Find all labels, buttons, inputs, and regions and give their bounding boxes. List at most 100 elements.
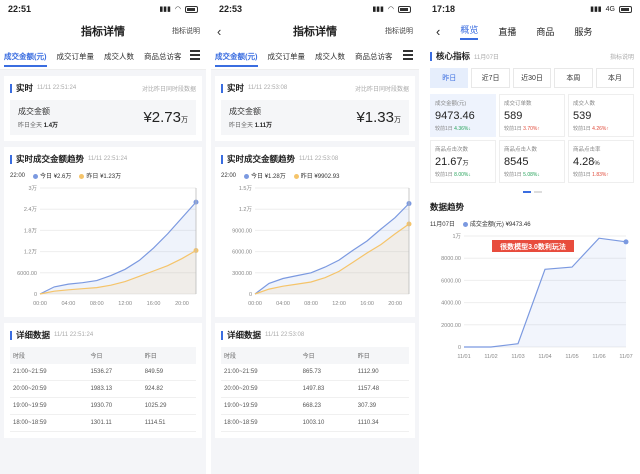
menu-icon[interactable]: [403, 50, 413, 60]
status-bar: 22:51 ▮▮▮ ◠: [0, 0, 206, 18]
tab-live[interactable]: 直播: [498, 25, 516, 38]
y-tick-label: 3000.00: [232, 271, 252, 277]
tab-orders[interactable]: 成交订单量: [268, 51, 306, 62]
table-row: 21:00~21:59 1536.27 849.59: [10, 364, 196, 381]
status-time: 22:53: [219, 4, 243, 14]
metric-card[interactable]: 成交人数 539 较前1日 4.26%↑: [568, 94, 634, 137]
tab-buyers[interactable]: 成交人数: [315, 51, 345, 62]
timestamp: 11/11 22:51:24: [54, 332, 94, 338]
network-label: 4G: [605, 5, 615, 13]
signal-icon: ▮▮▮: [372, 6, 384, 13]
metric-card[interactable]: 成交订单数 589 较前1日 3.70%↑: [499, 94, 565, 137]
metric-card[interactable]: 商品点击率 4.28% 较前1日 1.83%↑: [568, 140, 634, 183]
section-title: 核心指标: [436, 51, 471, 61]
period-week[interactable]: 本周: [554, 68, 593, 88]
col-header: 昨日: [354, 347, 409, 364]
y-tick-label: 1.2万: [239, 206, 253, 213]
compare-note: 对比昨日同时段数据: [141, 86, 196, 93]
metric-value: ¥1.33: [356, 109, 394, 126]
series-area: [464, 238, 626, 347]
tab-products[interactable]: 商品: [536, 25, 554, 38]
table-row: 19:00~19:59 668.23 307.39: [221, 397, 409, 415]
chart-legend: 22:00 今日 ¥2.6万 昨日 ¥1.23万: [10, 171, 196, 181]
y-tick-label: 4000.00: [441, 301, 461, 307]
timestamp: 11/11 22:51:24: [88, 156, 128, 162]
legend-yesterday-value: ¥9902.93: [314, 174, 340, 180]
gmv-summary: 成交金额 昨日全天 1.4万 ¥2.73万: [10, 100, 196, 135]
section-title: 实时成交金额趋势: [227, 154, 296, 164]
watermark-text: 很数模型3.0数利玩法: [499, 242, 566, 251]
x-tick-label: 00:00: [248, 301, 262, 307]
table-row: 20:00~20:59 1983.13 924.82: [10, 380, 196, 398]
signal-icon: ▮▮▮: [159, 6, 171, 13]
chart-legend: 11月07日 成交金额(元) ¥9473.46: [430, 219, 634, 228]
back-icon[interactable]: ‹: [217, 24, 221, 39]
x-tick-label: 08:00: [304, 301, 318, 307]
detail-card: 详细数据 11/11 22:51:24 时段 今日 昨日 21:00~21:59 15…: [4, 323, 202, 438]
detail-table: 时段 今日 昨日 21:00~21:59 1536.27 849.59 20:00~20…: [10, 347, 196, 432]
tab-buyers[interactable]: 成交人数: [104, 51, 134, 62]
x-tick-label: 11/06: [592, 354, 605, 360]
section-title: 数据趋势: [430, 202, 465, 212]
metric-help-link[interactable]: 指标说明: [172, 26, 200, 36]
tab-visitors[interactable]: 商品总访客: [355, 51, 393, 62]
status-icons: ▮▮▮ ◠: [372, 5, 411, 13]
realtime-card: 实时 11/11 22:53:08 对比昨日同时段数据 成交金额 昨日全天 1.…: [215, 76, 415, 141]
x-tick-label: 16:00: [360, 301, 374, 307]
period-30days[interactable]: 近30日: [512, 68, 552, 88]
period-7days[interactable]: 近7日: [471, 68, 510, 88]
period-yesterday[interactable]: 昨日: [430, 68, 469, 88]
metric-unit: 万: [394, 117, 401, 124]
section-title: 详细数据: [227, 330, 262, 340]
battery-icon: [185, 5, 198, 13]
metric-help-link[interactable]: 指标说明: [385, 26, 413, 36]
metric-value: ¥2.73: [143, 109, 181, 126]
legend-time: 22:00: [10, 172, 26, 179]
trend-card: 实时成交金额趋势 11/11 22:53:08 22:00 今日 ¥1.28万 …: [215, 147, 415, 317]
back-icon[interactable]: ‹: [436, 24, 440, 39]
tab-gmv[interactable]: 成交金额(元): [4, 51, 47, 67]
x-tick-label: 16:00: [147, 301, 161, 307]
screenshot-collage: 22:51 ▮▮▮ ◠ 指标详情 指标说明 成交金额(元) 成交订单量 成交人数 …: [0, 0, 640, 474]
page-indicator: [430, 191, 634, 193]
period-month[interactable]: 本月: [595, 68, 635, 88]
tab-gmv[interactable]: 成交金额(元): [215, 51, 258, 67]
sub-label: 昨日全天: [229, 123, 254, 129]
sub-label: 昨日全天: [18, 123, 43, 129]
status-icons: ▮▮▮ ◠: [159, 5, 198, 13]
metric-label: 成交金额: [18, 107, 50, 116]
trend-chart: 1万 8000.00 6000.00 4000.00 2000.00 0 11/01 11/0…: [441, 233, 633, 360]
tab-orders[interactable]: 成交订单量: [57, 51, 95, 62]
table-row: 18:00~18:59 1301.11 1114.51: [10, 414, 196, 432]
timestamp: 11/11 22:51:24: [37, 85, 77, 91]
wifi-icon: ◠: [387, 6, 394, 13]
realtime-card: 实时 11/11 22:51:24 对比昨日同时段数据 成交金额 昨日全天 1.…: [4, 76, 202, 141]
x-tick-label: 11/03: [511, 354, 524, 360]
timestamp: 11/11 22:53:08: [265, 332, 305, 338]
compare-note: 对比昨日同时段数据: [354, 86, 409, 93]
legend-yesterday: 昨日: [300, 174, 313, 180]
menu-icon[interactable]: [190, 50, 200, 60]
metric-help-link[interactable]: 指标说明: [610, 52, 634, 61]
y-tick-label: 8000.00: [441, 256, 461, 262]
detail-card: 详细数据 11/11 22:53:08 时段 今日 昨日 21:00~21:59 86…: [215, 323, 415, 438]
x-tick-label: 20:00: [388, 301, 402, 307]
x-tick-label: 04:00: [62, 301, 76, 307]
nav-bar: ‹ 指标详情 指标说明: [211, 18, 419, 44]
y-tick-label: 0: [249, 292, 252, 298]
metric-card[interactable]: 成交金额(元) 9473.46 较前1日 4.36%↓: [430, 94, 496, 137]
tab-overview[interactable]: 概览: [460, 23, 479, 40]
status-time: 17:18: [432, 4, 456, 14]
metric-card[interactable]: 商品点击人数 8545 较前1日 5.08%↓: [499, 140, 565, 183]
signal-icon: ▮▮▮: [590, 6, 602, 13]
gmv-summary: 成交金额 昨日全天 1.11万 ¥1.33万: [221, 100, 409, 135]
metric-card[interactable]: 商品点击次数 21.67万 较前1日 8.00%↓: [430, 140, 496, 183]
tab-service[interactable]: 服务: [574, 25, 592, 38]
y-tick-label: 6000.00: [441, 278, 461, 284]
tab-visitors[interactable]: 商品总访客: [144, 51, 182, 62]
y-tick-label: 9000.00: [232, 228, 252, 234]
timestamp: 11/11 22:53:08: [299, 156, 339, 162]
trend-card: 实时成交金额趋势 11/11 22:51:24 22:00 今日 ¥2.6万 昨…: [4, 147, 202, 317]
y-tick-label: 3万: [28, 185, 37, 192]
table-row: 21:00~21:59 865.73 1112.90: [221, 364, 409, 381]
